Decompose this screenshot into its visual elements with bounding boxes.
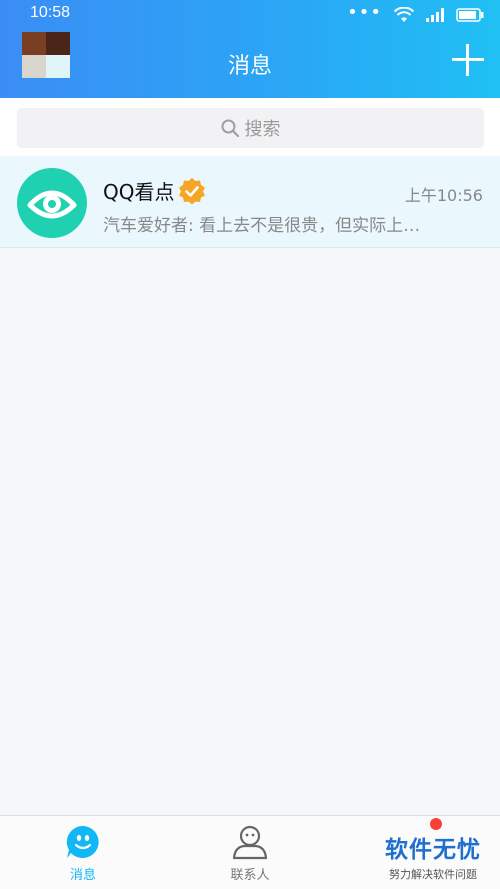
watermark-subtitle: 努力解决软件问题 (389, 868, 477, 881)
qq-kandian-eye-icon (17, 168, 87, 238)
nav-contacts[interactable]: 联系人 (190, 816, 310, 889)
title-row: 消息 (0, 30, 500, 98)
notification-dot (430, 818, 442, 830)
signal-icon (426, 8, 444, 22)
chat-bubble-smile-icon (66, 825, 99, 858)
status-time: 10:58 (30, 4, 71, 21)
nav-messages-label: 消息 (69, 868, 96, 883)
contact-person-icon (232, 825, 268, 860)
conversation-row[interactable]: QQ看点 上午10:56 汽车爱好者: 看上去不是很贵，但实际上… (0, 157, 500, 248)
search-placeholder: 搜索 (244, 119, 281, 140)
page-title: 消息 (227, 54, 272, 79)
watermark-title: 软件无忧 (385, 837, 481, 863)
search-container: 搜索 (0, 98, 500, 156)
status-bar: 10:58 ••• (0, 0, 500, 30)
verified-badge-icon (179, 177, 206, 204)
nav-messages[interactable]: 消息 (23, 816, 143, 889)
conversation-preview: 汽车爱好者: 看上去不是很贵，但实际上… (103, 216, 421, 236)
bottom-nav: 消息 联系人 软件无忧 努力解决软件问题 (0, 815, 500, 889)
wifi-icon (394, 7, 414, 22)
add-plus-icon[interactable] (452, 44, 484, 76)
battery-icon (456, 8, 484, 22)
watermark: 软件无忧 努力解决软件问题 (378, 830, 488, 882)
conversation-name-text: QQ看点 (103, 180, 175, 204)
conversation-name: QQ看点 (103, 176, 206, 205)
status-icons: ••• (347, 2, 484, 24)
nav-contacts-label: 联系人 (230, 868, 270, 883)
conversation-time: 上午10:56 (404, 186, 483, 205)
more-dots-icon: ••• (347, 2, 382, 23)
search-input[interactable]: 搜索 (17, 108, 484, 148)
header-bar: 10:58 ••• 消息 (0, 0, 500, 98)
search-icon (221, 119, 239, 137)
